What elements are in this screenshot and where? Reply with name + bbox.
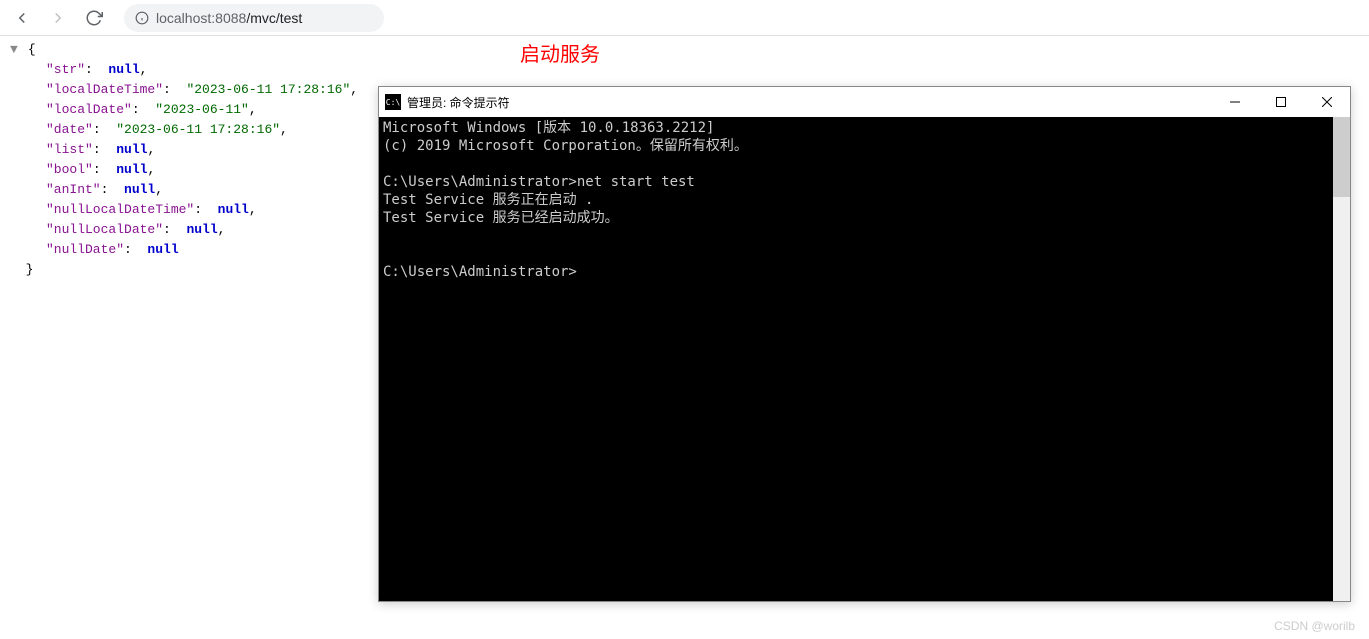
info-icon <box>134 10 150 26</box>
url-text: localhost:8088/mvc/test <box>156 10 302 26</box>
cmd-scrollbar[interactable] <box>1333 117 1350 601</box>
json-entry: "localDateTime": "2023-06-11 17:28:16", <box>10 80 358 100</box>
maximize-button[interactable] <box>1258 87 1304 117</box>
back-button[interactable] <box>8 4 36 32</box>
cmd-scroll-thumb[interactable] <box>1333 117 1350 197</box>
minimize-button[interactable] <box>1212 87 1258 117</box>
reload-button[interactable] <box>80 4 108 32</box>
json-entry: "list": null, <box>10 140 358 160</box>
close-button[interactable] <box>1304 87 1350 117</box>
json-entry: "nullLocalDateTime": null, <box>10 200 358 220</box>
browser-toolbar: localhost:8088/mvc/test <box>0 0 1369 36</box>
json-response-viewer: ▼ { "str": null,"localDateTime": "2023-0… <box>10 40 358 280</box>
collapse-toggle-icon[interactable]: ▼ <box>10 40 20 60</box>
json-entry: "nullLocalDate": null, <box>10 220 358 240</box>
cmd-icon: C:\ <box>385 94 401 110</box>
annotation-label: 启动服务 <box>520 38 600 67</box>
command-prompt-window: C:\ 管理员: 命令提示符 Microsoft Windows [版本 10.… <box>378 86 1351 602</box>
cmd-output[interactable]: Microsoft Windows [版本 10.0.18363.2212] (… <box>379 117 1333 601</box>
json-entry: "nullDate": null <box>10 240 358 260</box>
cmd-window-title: 管理员: 命令提示符 <box>407 94 1212 111</box>
json-entry: "str": null, <box>10 60 358 80</box>
cmd-body: Microsoft Windows [版本 10.0.18363.2212] (… <box>379 117 1350 601</box>
forward-button[interactable] <box>44 4 72 32</box>
address-bar[interactable]: localhost:8088/mvc/test <box>124 4 384 32</box>
cmd-titlebar[interactable]: C:\ 管理员: 命令提示符 <box>379 87 1350 117</box>
json-entry: "localDate": "2023-06-11", <box>10 100 358 120</box>
json-entry: "anInt": null, <box>10 180 358 200</box>
json-entry: "bool": null, <box>10 160 358 180</box>
watermark: CSDN @worilb <box>1274 619 1355 633</box>
json-entry: "date": "2023-06-11 17:28:16", <box>10 120 358 140</box>
